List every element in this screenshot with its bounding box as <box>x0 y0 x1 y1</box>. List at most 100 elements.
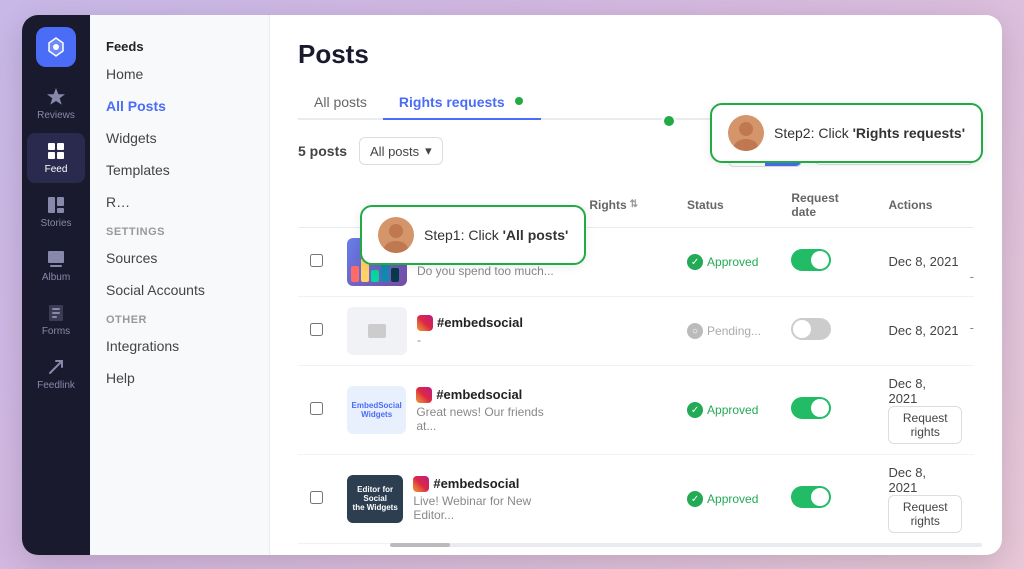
status-badge: ○ Pending... <box>687 323 761 339</box>
post-info: #embedsocial Live! Webinar for New Edito… <box>413 476 565 522</box>
rights-sort[interactable]: Rights ⇅ <box>589 198 638 212</box>
sidebar-item-feedlink[interactable]: Feedlink <box>27 349 85 399</box>
request-date: Dec 8, 2021 <box>888 323 958 338</box>
callout-step1: Step1: Click 'All posts' <box>360 205 586 265</box>
row-checkbox[interactable] <box>310 491 323 504</box>
nav-item-all-posts[interactable]: All Posts <box>90 90 269 122</box>
post-text: - <box>417 333 523 347</box>
status-text: Pending... <box>707 324 761 338</box>
nav-section-feeds: Feeds <box>90 31 269 58</box>
nav-item-integrations[interactable]: Integrations <box>90 330 269 362</box>
approved-icon: ✓ <box>687 402 703 418</box>
nav-item-widgets[interactable]: Widgets <box>90 122 269 154</box>
callout-step2: Step2: Click 'Rights requests' <box>710 103 983 163</box>
main-content: Posts All posts Rights requests 5 posts … <box>270 15 1002 555</box>
posts-count: 5 posts <box>298 143 347 159</box>
rights-toggle[interactable] <box>791 249 831 271</box>
app-container: Reviews Feed Stories Album Forms Feedlin… <box>22 15 1002 555</box>
sidebar-item-forms-label: Forms <box>42 326 70 337</box>
instagram-icon <box>417 315 433 331</box>
sidebar-item-stories[interactable]: Stories <box>27 187 85 237</box>
sidebar-item-feedlink-label: Feedlink <box>37 380 75 391</box>
post-info: #embedsocial Great news! Our friends at.… <box>416 387 565 433</box>
th-actions: Actions <box>876 183 974 228</box>
row-checkbox[interactable] <box>310 323 323 336</box>
tab-rights-requests-label: Rights requests <box>399 94 505 110</box>
approved-icon: ✓ <box>687 491 703 507</box>
post-info: #embedsocial - <box>417 315 523 347</box>
request-date: Dec 8, 2021 <box>888 254 958 269</box>
rights-cell <box>577 296 675 365</box>
callout-step2-text: Step2: Click 'Rights requests' <box>774 125 965 141</box>
nav-item-help[interactable]: Help <box>90 362 269 394</box>
rights-cell <box>577 365 675 454</box>
table-row: EmbedSocialWidgets #embedsocial Great ne… <box>298 365 974 454</box>
post-text: Great news! Our friends at... <box>416 405 565 433</box>
sidebar-item-feed[interactable]: Feed <box>27 133 85 183</box>
app-logo[interactable] <box>36 27 76 67</box>
sidebar-item-album-label: Album <box>42 272 70 283</box>
rights-toggle[interactable] <box>791 397 831 419</box>
chevron-down-icon: ▾ <box>425 143 432 159</box>
post-account: #embedsocial <box>436 387 522 402</box>
row2-action: - <box>970 320 974 335</box>
post-thumbnail-placeholder <box>347 307 407 355</box>
approved-icon: ✓ <box>687 254 703 270</box>
nav-item-templates[interactable]: Templates <box>90 154 269 186</box>
row1-action: - <box>970 269 974 284</box>
tab-connector-dot <box>662 114 676 128</box>
post-text: Do you spend too much... <box>417 264 554 278</box>
status-text: Approved <box>707 403 758 417</box>
th-rights-label: Rights <box>589 198 626 212</box>
tab-rights-requests[interactable]: Rights requests <box>383 86 541 120</box>
callout-step1-text: Step1: Click 'All posts' <box>424 227 568 243</box>
status-badge: ✓ Approved <box>687 254 758 270</box>
nav-sidebar: Feeds Home All Posts Widgets Templates R… <box>90 15 270 555</box>
tab-all-posts[interactable]: All posts <box>298 86 383 120</box>
status-text: Approved <box>707 492 758 506</box>
th-rights[interactable]: Rights ⇅ <box>577 183 675 228</box>
pending-icon: ○ <box>687 323 703 339</box>
request-rights-button[interactable]: Request rights <box>888 495 962 533</box>
rights-toggle[interactable] <box>791 486 831 508</box>
instagram-icon <box>416 387 432 403</box>
rights-cell <box>577 227 675 296</box>
nav-section-settings: Settings <box>90 218 269 242</box>
request-date: Dec 8, 2021 <box>888 376 926 406</box>
status-badge: ✓ Approved <box>687 402 758 418</box>
post-account: #embedsocial <box>433 476 519 491</box>
row-checkbox[interactable] <box>310 402 323 415</box>
th-status: Status <box>675 183 779 228</box>
filter-label: All posts <box>370 144 419 159</box>
th-checkbox <box>298 183 335 228</box>
sidebar-item-feed-label: Feed <box>45 164 68 175</box>
nav-item-home[interactable]: Home <box>90 58 269 90</box>
scrollbar[interactable] <box>390 543 982 547</box>
callout-avatar-2 <box>728 115 764 151</box>
request-rights-button[interactable]: Request rights <box>888 406 962 444</box>
sidebar-item-stories-label: Stories <box>40 218 71 229</box>
callout-avatar-1 <box>378 217 414 253</box>
status-text: Approved <box>707 255 758 269</box>
nav-item-sources[interactable]: Sources <box>90 242 269 274</box>
sidebar-item-reviews-label: Reviews <box>37 110 75 121</box>
rights-toggle[interactable] <box>791 318 831 340</box>
request-date: Dec 8, 2021 <box>888 465 926 495</box>
page-title: Posts <box>298 39 974 70</box>
post-thumbnail: Editor for Socialthe Widgets <box>347 475 403 523</box>
rights-cell <box>577 454 675 543</box>
row-checkbox[interactable] <box>310 254 323 267</box>
nav-section-other: Other <box>90 306 269 330</box>
table-row: #embedsocial - ○ Pending... <box>298 296 974 365</box>
scrollbar-thumb[interactable] <box>390 543 450 547</box>
nav-item-social-accounts[interactable]: Social Accounts <box>90 274 269 306</box>
filter-select[interactable]: All posts ▾ <box>359 137 443 165</box>
sidebar-item-reviews[interactable]: Reviews <box>27 79 85 129</box>
post-account: #embedsocial <box>437 315 523 330</box>
post-thumbnail: EmbedSocialWidgets <box>347 386 406 434</box>
sidebar-item-forms[interactable]: Forms <box>27 295 85 345</box>
table-row: Editor for Socialthe Widgets #embedsocia… <box>298 454 974 543</box>
sidebar-item-album[interactable]: Album <box>27 241 85 291</box>
nav-item-r[interactable]: R… <box>90 186 269 218</box>
icon-sidebar: Reviews Feed Stories Album Forms Feedlin… <box>22 15 90 555</box>
